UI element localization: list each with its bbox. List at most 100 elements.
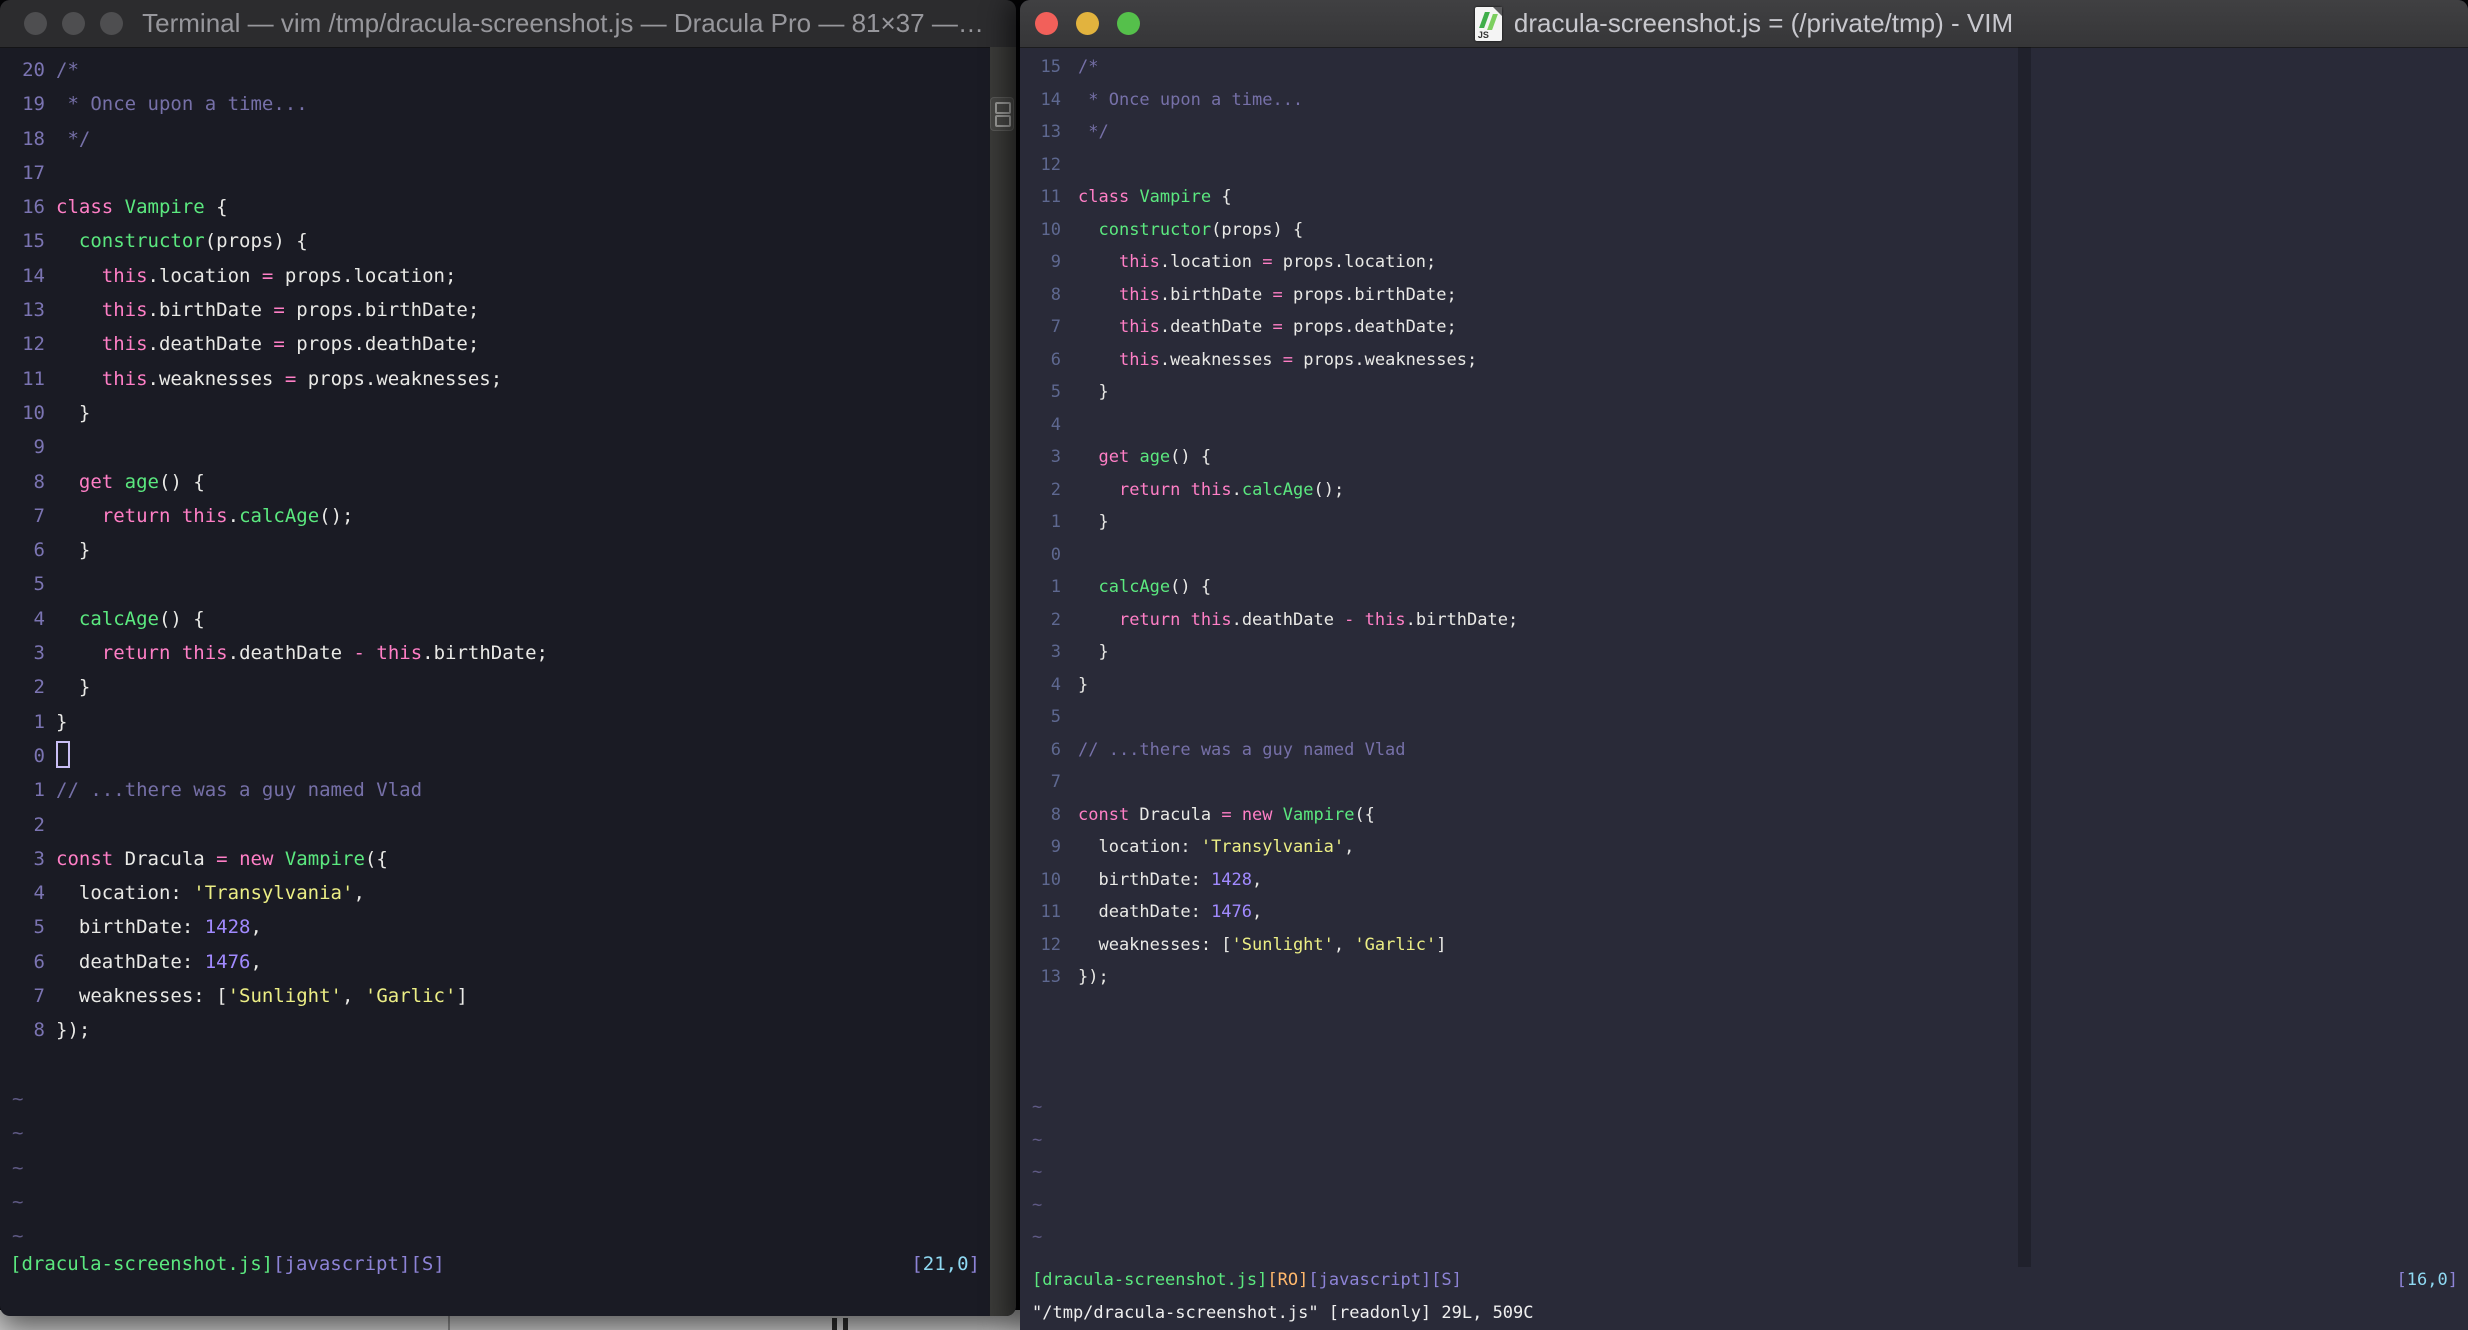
vim-text-area[interactable]: 15/* 14 * Once upon a time... 13 */12 11 cla… bbox=[1020, 47, 2468, 1254]
line-number: 6 bbox=[33, 950, 45, 973]
code-token: 'Sunlight' bbox=[227, 985, 342, 1008]
code-token: [javascript][S] bbox=[1308, 1270, 1462, 1290]
code-token: this bbox=[376, 642, 423, 665]
code-line[interactable]: 7 bbox=[1032, 766, 2468, 799]
code-token: = bbox=[1272, 317, 1283, 337]
code-token: }); bbox=[1078, 967, 1109, 987]
tilde-marker: ~ bbox=[1032, 1162, 1043, 1182]
code-line[interactable]: 7 weaknesses: ['Sunlight', 'Garlic'] bbox=[12, 979, 990, 1013]
empty-line[interactable] bbox=[1032, 1059, 2468, 1092]
code-line[interactable]: 7 this.deathDate = props.deathDate; bbox=[1032, 311, 2468, 344]
code-line[interactable]: 5 bbox=[12, 567, 990, 601]
code-token: age bbox=[124, 470, 159, 493]
code-token: calcAge bbox=[1241, 479, 1314, 500]
code-line[interactable]: 6 this.weaknesses = props.weaknesses; bbox=[1032, 344, 2468, 377]
code-token: , bbox=[1252, 869, 1263, 890]
tilde-line: ~ bbox=[12, 1185, 990, 1219]
code-line[interactable]: 15 /* bbox=[1032, 51, 2468, 84]
line-number: 12 bbox=[1040, 934, 1061, 955]
code-line[interactable]: 12 bbox=[1032, 149, 2468, 182]
code-line[interactable]: 3 get age() { bbox=[1032, 441, 2468, 474]
empty-line[interactable] bbox=[12, 1048, 990, 1082]
code-line[interactable]: 1} bbox=[12, 705, 990, 739]
code-line[interactable]: 5 } bbox=[1032, 376, 2468, 409]
tilde-marker: ~ bbox=[1032, 1097, 1043, 1117]
code-line[interactable]: 14 this.location = props.location; bbox=[12, 259, 990, 293]
code-token: location: bbox=[56, 882, 194, 905]
tilde-line: ~ bbox=[1032, 1221, 2468, 1254]
code-line[interactable]: 19 * Once upon a time... bbox=[12, 87, 990, 121]
code-line[interactable]: 6 // ...there was a guy named Vlad bbox=[1032, 734, 2468, 767]
code-line[interactable]: 1 // ...there was a guy named Vlad bbox=[12, 773, 990, 807]
code-line[interactable]: 11 this.weaknesses = props.weaknesses; bbox=[12, 362, 990, 396]
code-line[interactable]: 7 return this.calcAge(); bbox=[12, 499, 990, 533]
terminal-scrollbar[interactable] bbox=[990, 47, 1016, 1316]
code-line[interactable]: 5 birthDate: 1428, bbox=[12, 910, 990, 944]
empty-line[interactable] bbox=[1032, 1026, 2468, 1059]
code-line[interactable]: 18 */ bbox=[12, 122, 990, 156]
code-line[interactable]: 10 birthDate: 1428, bbox=[1032, 864, 2468, 897]
code-line[interactable]: 17 bbox=[12, 156, 990, 190]
vim-text-area[interactable]: 20/* 19 * Once upon a time... 18 */17 16 cla… bbox=[0, 47, 990, 1253]
code-line[interactable]: 1 } bbox=[1032, 506, 2468, 539]
code-line[interactable]: 0 bbox=[1032, 539, 2468, 572]
code-line[interactable]: 20 /* bbox=[12, 53, 990, 87]
line-number: 11 bbox=[1040, 187, 1061, 207]
code-line[interactable]: 2 return this.calcAge(); bbox=[1032, 474, 2468, 507]
code-line[interactable]: 16 class Vampire { bbox=[12, 190, 990, 224]
tilde-line: ~ bbox=[1032, 1091, 2468, 1124]
code-line[interactable]: 13 */ bbox=[1032, 116, 2468, 149]
line-number: 13 bbox=[22, 299, 45, 322]
code-line[interactable]: 4 bbox=[1032, 409, 2468, 442]
line-number: 2 bbox=[1050, 479, 1061, 500]
code-line[interactable]: 4 location: 'Transylvania', bbox=[12, 876, 990, 910]
empty-line[interactable] bbox=[1032, 994, 2468, 1027]
code-line[interactable]: 3 } bbox=[1032, 636, 2468, 669]
code-line[interactable]: 2 } bbox=[12, 670, 990, 704]
code-line[interactable]: 9 bbox=[12, 430, 990, 464]
code-line[interactable]: 8 this.birthDate = props.birthDate; bbox=[1032, 279, 2468, 312]
line-number: 0 bbox=[1050, 544, 1061, 565]
code-line[interactable]: 13}); bbox=[1032, 961, 2468, 994]
code-line[interactable]: 9 this.location = props.location; bbox=[1032, 246, 2468, 279]
code-token: this bbox=[101, 299, 148, 322]
code-line[interactable]: 9 location: 'Transylvania', bbox=[1032, 831, 2468, 864]
code-line[interactable]: 1 calcAge() { bbox=[1032, 571, 2468, 604]
code-line[interactable]: 6 } bbox=[12, 533, 990, 567]
code-token: props.weaknesses; bbox=[1292, 349, 1478, 370]
code-token: , bbox=[1333, 934, 1355, 955]
code-token: .birthDate; bbox=[422, 642, 548, 665]
code-line[interactable]: 13 this.birthDate = props.birthDate; bbox=[12, 293, 990, 327]
code-line[interactable]: 8 get age() { bbox=[12, 465, 990, 499]
code-line[interactable]: 5 bbox=[1032, 701, 2468, 734]
code-line[interactable]: 12 this.deathDate = props.deathDate; bbox=[12, 327, 990, 361]
macvim-titlebar[interactable]: JS dracula-screenshot.js = (/private/tmp… bbox=[1020, 0, 2468, 48]
code-line[interactable]: 4} bbox=[1032, 669, 2468, 702]
line-number: 18 bbox=[22, 127, 45, 150]
code-line[interactable]: 6 deathDate: 1476, bbox=[12, 945, 990, 979]
terminal-titlebar[interactable]: Terminal — vim /tmp/dracula-screenshot.j… bbox=[0, 0, 1016, 48]
split-pane-button[interactable] bbox=[990, 97, 1014, 131]
code-token: props.weaknesses; bbox=[296, 367, 503, 390]
code-token: * Once upon a time... bbox=[56, 93, 308, 116]
code-line[interactable]: 8}); bbox=[12, 1013, 990, 1047]
line-number: 10 bbox=[22, 401, 45, 424]
code-line[interactable]: 11 deathDate: 1476, bbox=[1032, 896, 2468, 929]
code-line[interactable]: 2 return this.deathDate - this.birthDate… bbox=[1032, 604, 2468, 637]
code-line[interactable]: 4 calcAge() { bbox=[12, 602, 990, 636]
code-line[interactable]: 15 constructor(props) { bbox=[12, 224, 990, 258]
code-line[interactable]: 10 } bbox=[12, 396, 990, 430]
code-line[interactable]: 11 class Vampire { bbox=[1032, 181, 2468, 214]
code-line[interactable]: 14 * Once upon a time... bbox=[1032, 84, 2468, 117]
code-line[interactable]: 8 const Dracula = new Vampire({ bbox=[1032, 799, 2468, 832]
code-line[interactable]: 2 bbox=[12, 808, 990, 842]
code-line[interactable]: 10 constructor(props) { bbox=[1032, 214, 2468, 247]
code-line[interactable]: 0 bbox=[12, 739, 990, 773]
code-line[interactable]: 3 return this.deathDate - this.birthDate… bbox=[12, 636, 990, 670]
code-line[interactable]: 3 const Dracula = new Vampire({ bbox=[12, 842, 990, 876]
code-line[interactable]: 12 weaknesses: ['Sunlight', 'Garlic'] bbox=[1032, 929, 2468, 962]
